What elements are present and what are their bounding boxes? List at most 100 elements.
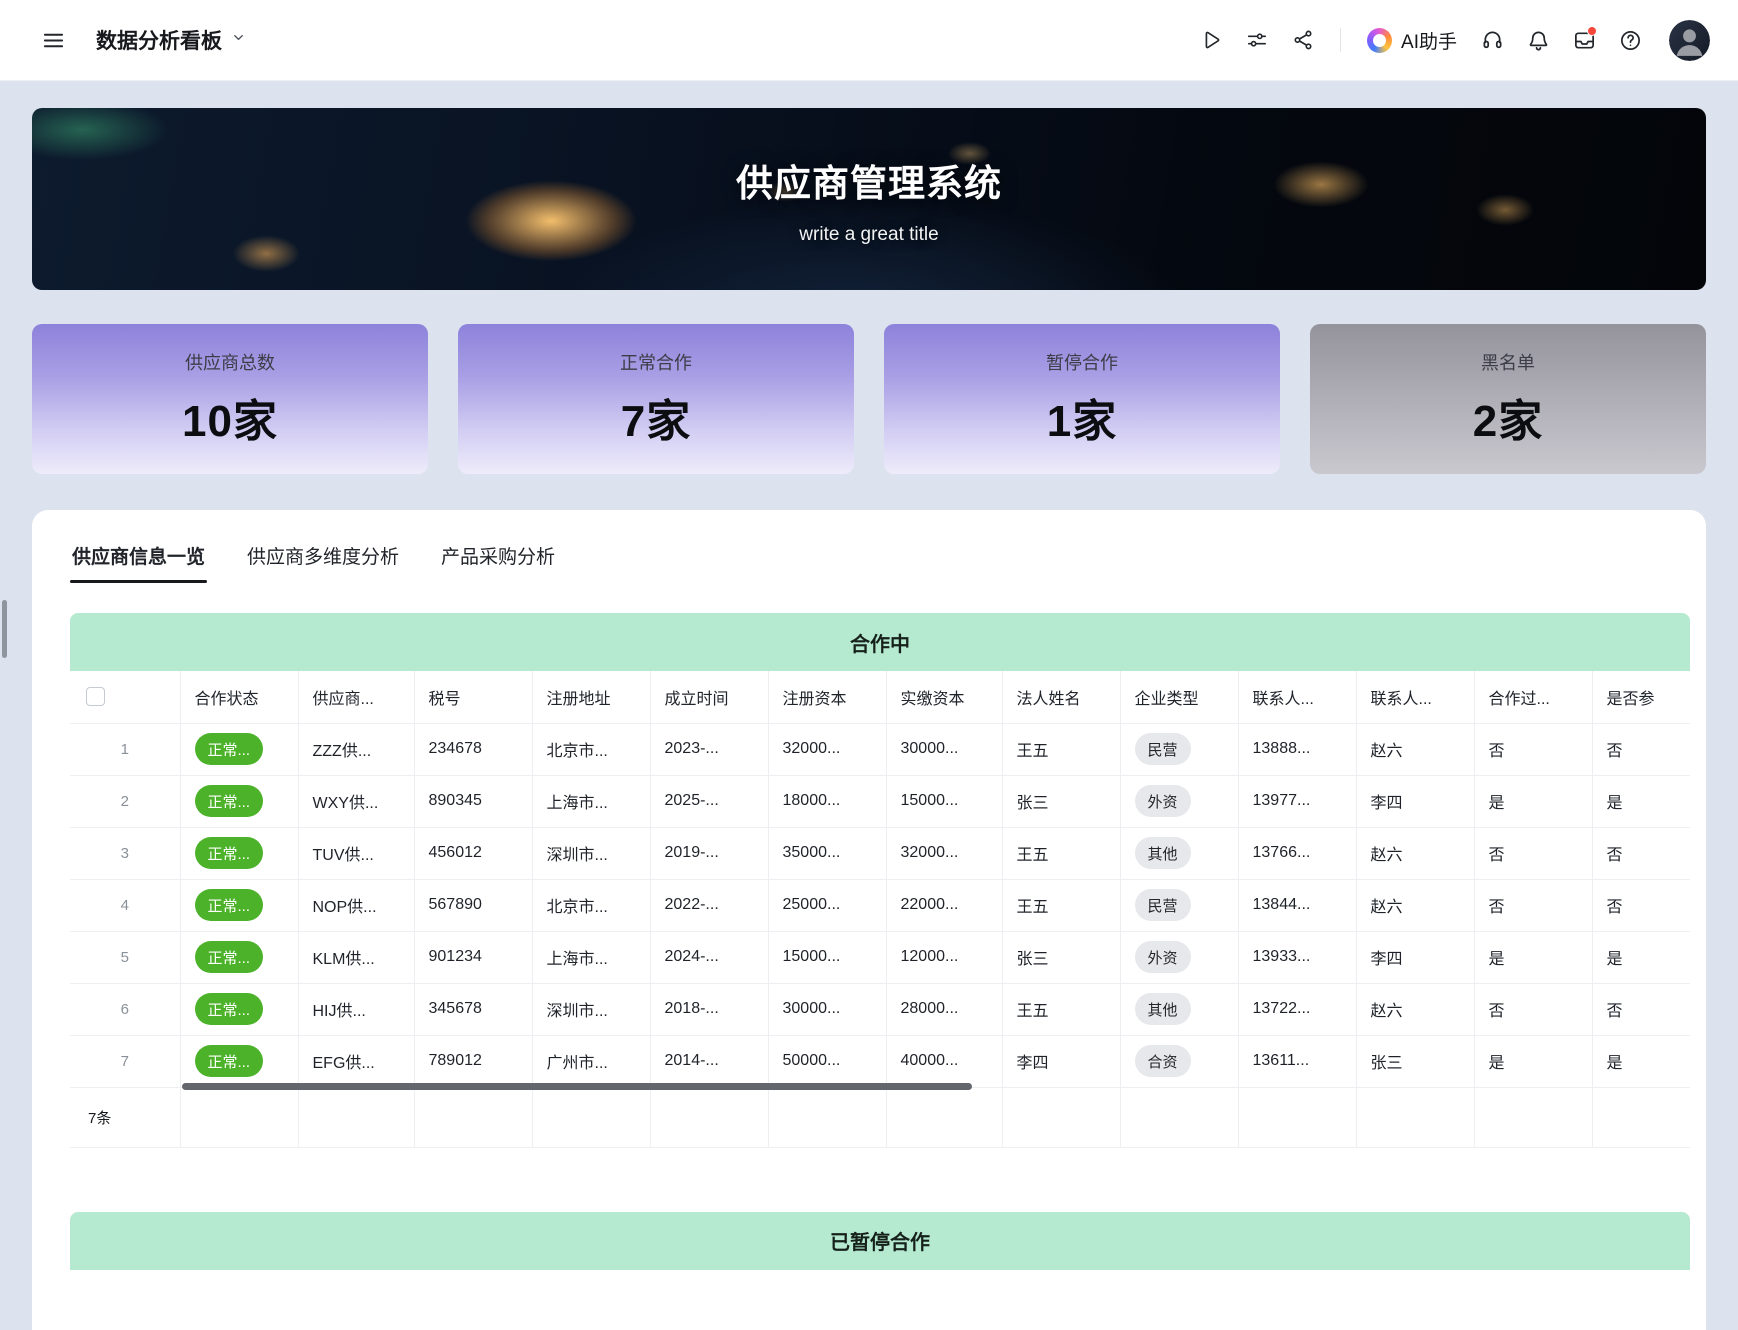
share-icon[interactable] [1284,21,1322,59]
row-index-cell: 2 [70,775,180,827]
join-flag-cell: 否 [1592,723,1690,775]
settings-sliders-icon[interactable] [1238,21,1276,59]
paid-capital-cell: 12000... [886,931,1002,983]
status-badge: 正常... [195,993,264,1025]
stat-card[interactable]: 黑名单 2家 [1310,324,1706,474]
bell-icon[interactable] [1519,21,1557,59]
table-row[interactable]: 2 正常... WXY供... 890345 上海市... 2025-... 1… [70,775,1690,827]
address-cell: 北京市... [532,723,650,775]
stat-card-value: 7家 [621,385,691,449]
column-header[interactable]: 联系人... [1238,671,1356,723]
table-row[interactable]: 6 正常... HIJ供... 345678 深圳市... 2018-... 3… [70,983,1690,1035]
column-header[interactable]: 税号 [414,671,532,723]
hero-subtitle[interactable]: write a great title [799,224,938,246]
company-type-badge: 民营 [1135,889,1191,921]
contact-phone-cell: 13933... [1238,931,1356,983]
address-cell: 北京市... [532,879,650,931]
select-all-cell [70,671,180,723]
row-index-cell: 1 [70,723,180,775]
horizontal-scrollbar[interactable] [182,1083,972,1090]
stat-card-label: 黑名单 [1481,349,1535,375]
table-row[interactable]: 3 正常... TUV供... 456012 深圳市... 2019-... 3… [70,827,1690,879]
supplier-cell: KLM供... [298,931,414,983]
chevron-down-icon [231,30,246,50]
company-type-cell: 其他 [1120,827,1238,879]
stat-cards-row: 供应商总数 10家 正常合作 7家 暂停合作 1家 黑名单 2家 [32,324,1706,474]
address-cell: 深圳市... [532,827,650,879]
coop-flag-cell: 否 [1474,983,1592,1035]
table-row[interactable]: 4 正常... NOP供... 567890 北京市... 2022-... 2… [70,879,1690,931]
row-index-cell: 5 [70,931,180,983]
table-row[interactable]: 7 正常... EFG供... 789012 广州市... 2014-... 5… [70,1035,1690,1087]
stat-card[interactable]: 暂停合作 1家 [884,324,1280,474]
column-header[interactable]: 联系人... [1356,671,1474,723]
table-row[interactable]: 1 正常... ZZZ供... 234678 北京市... 2023-... 3… [70,723,1690,775]
tab[interactable]: 产品采购分析 [439,540,557,583]
contact-name-cell: 张三 [1356,1035,1474,1087]
company-type-cell: 民营 [1120,723,1238,775]
headset-icon[interactable] [1473,21,1511,59]
stat-card-label: 暂停合作 [1046,349,1118,375]
company-type-badge: 其他 [1135,837,1191,869]
column-header[interactable]: 企业类型 [1120,671,1238,723]
dashboard-title-dropdown[interactable]: 数据分析看板 [96,25,246,55]
join-flag-cell: 否 [1592,827,1690,879]
supplier-cell: ZZZ供... [298,723,414,775]
address-cell: 深圳市... [532,983,650,1035]
column-header[interactable]: 成立时间 [650,671,768,723]
company-type-cell: 其他 [1120,983,1238,1035]
stat-card[interactable]: 供应商总数 10家 [32,324,428,474]
column-header[interactable]: 实缴资本 [886,671,1002,723]
menu-icon[interactable] [34,21,72,59]
main-panel: 供应商信息一览 供应商多维度分析 产品采购分析 合作中 [32,510,1706,1330]
join-flag-cell: 否 [1592,983,1690,1035]
table-row[interactable]: 5 正常... KLM供... 901234 上海市... 2024-... 1… [70,931,1690,983]
table-header-row: 合作状态 供应商... 税号 注册地址 成立时间 注册资本 实缴资本 法人姓名 [70,671,1690,723]
status-badge: 正常... [195,889,264,921]
column-header[interactable]: 注册地址 [532,671,650,723]
column-header[interactable]: 法人姓名 [1002,671,1120,723]
contact-phone-cell: 13611... [1238,1035,1356,1087]
column-header[interactable]: 合作过... [1474,671,1592,723]
company-type-cell: 合资 [1120,1035,1238,1087]
founded-cell: 2019-... [650,827,768,879]
stat-card-label: 正常合作 [620,349,692,375]
tab[interactable]: 供应商信息一览 [70,540,207,583]
inbox-icon[interactable] [1565,21,1603,59]
row-index-cell: 3 [70,827,180,879]
avatar[interactable] [1669,20,1710,61]
play-icon[interactable] [1192,21,1230,59]
tab-label: 供应商多维度分析 [247,547,399,568]
row-index-cell: 4 [70,879,180,931]
reg-capital-cell: 15000... [768,931,886,983]
legal-name-cell: 张三 [1002,775,1120,827]
reg-capital-cell: 32000... [768,723,886,775]
help-icon[interactable] [1611,21,1649,59]
column-header[interactable]: 合作状态 [180,671,298,723]
status-cell: 正常... [180,931,298,983]
vertical-scrollbar[interactable] [2,600,7,658]
supplier-cell: NOP供... [298,879,414,931]
paid-capital-cell: 15000... [886,775,1002,827]
select-all-checkbox[interactable] [86,687,105,706]
stat-card-value: 10家 [182,385,278,449]
contact-name-cell: 赵六 [1356,723,1474,775]
tax-no-cell: 789012 [414,1035,532,1087]
column-header[interactable]: 注册资本 [768,671,886,723]
address-cell: 上海市... [532,775,650,827]
stat-card[interactable]: 正常合作 7家 [458,324,854,474]
column-header[interactable]: 是否参 [1592,671,1690,723]
tax-no-cell: 234678 [414,723,532,775]
tax-no-cell: 345678 [414,983,532,1035]
company-type-cell: 外资 [1120,775,1238,827]
contact-name-cell: 李四 [1356,775,1474,827]
ai-assistant-button[interactable]: AI助手 [1359,27,1465,54]
status-cell: 正常... [180,1035,298,1087]
join-flag-cell: 否 [1592,879,1690,931]
supplier-cell: WXY供... [298,775,414,827]
contact-name-cell: 赵六 [1356,983,1474,1035]
column-header[interactable]: 供应商... [298,671,414,723]
status-cell: 正常... [180,827,298,879]
paused-group-header: 已暂停合作 [70,1212,1690,1270]
tab[interactable]: 供应商多维度分析 [245,540,401,583]
